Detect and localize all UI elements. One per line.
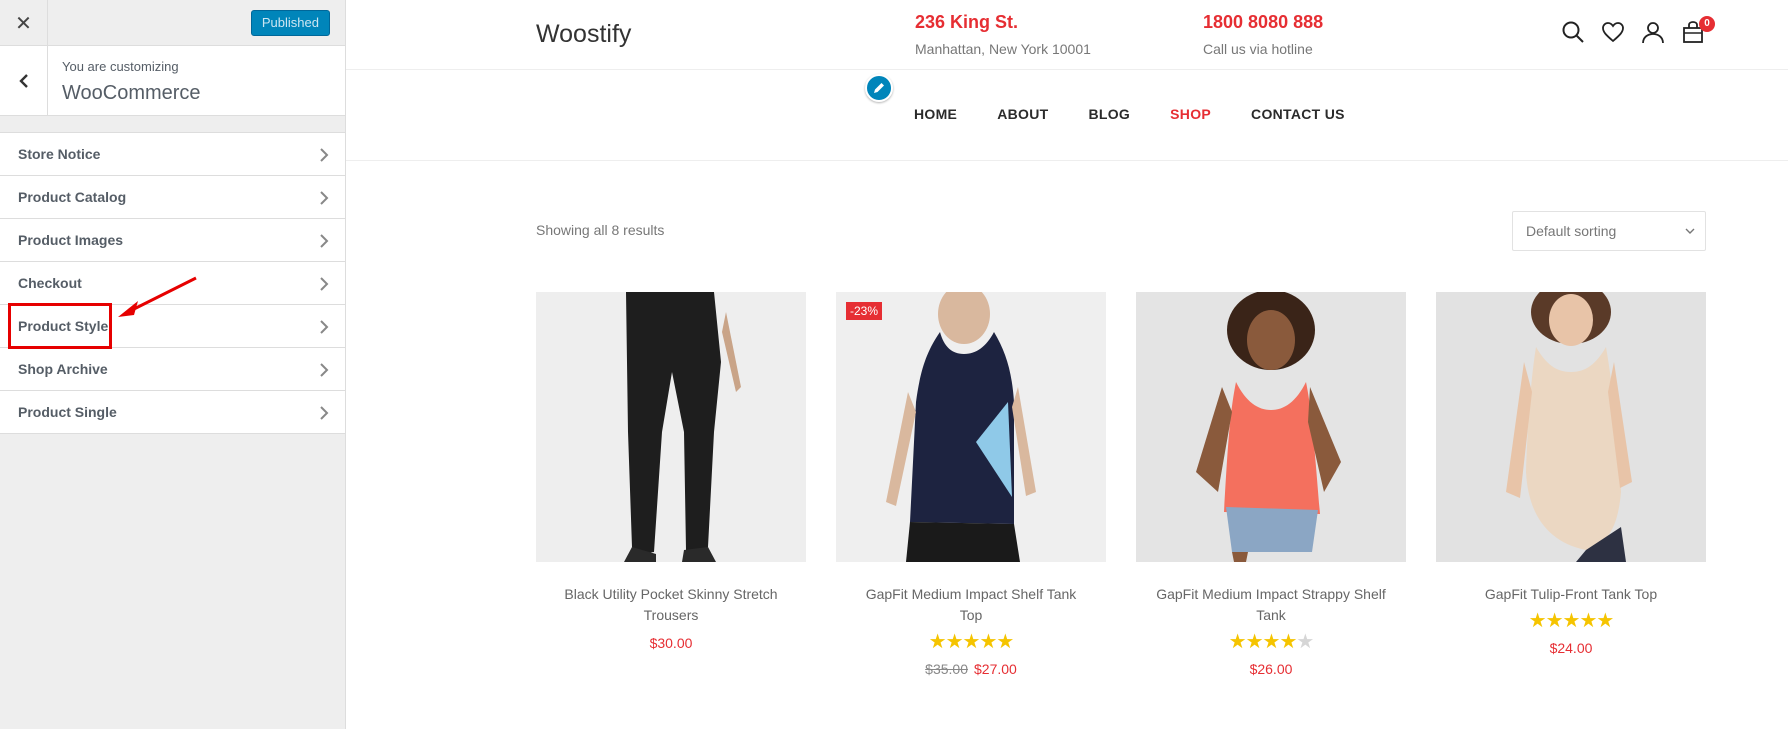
menu-item-product-images[interactable]: Product Images — [0, 219, 345, 262]
chevron-right-icon — [320, 148, 329, 162]
customizing-section-name: WooCommerce — [62, 82, 201, 104]
divider — [346, 160, 1788, 161]
star-rating: ★★★★★ — [1228, 631, 1315, 653]
menu-item-product-single[interactable]: Product Single — [0, 391, 345, 434]
current-price: $27.00 — [974, 661, 1017, 677]
pencil-icon — [874, 83, 884, 93]
nav-blog[interactable]: BLOG — [1088, 106, 1130, 122]
menu-item-label: Shop Archive — [18, 361, 108, 377]
product-image[interactable] — [1136, 292, 1406, 562]
cart-count-badge: 0 — [1699, 16, 1715, 32]
current-price: $24.00 — [1549, 640, 1593, 656]
current-price: $30.00 — [649, 635, 693, 651]
product-price: $26.00 — [1136, 661, 1406, 677]
product-grid: Black Utility Pocket Skinny Stretch Trou… — [536, 292, 1706, 677]
close-customizer-button[interactable]: ✕ — [0, 0, 48, 46]
back-button[interactable] — [0, 46, 48, 115]
menu-item-label: Product Images — [18, 232, 124, 248]
product-price: $35.00 $27.00 — [836, 661, 1106, 677]
wishlist-button[interactable] — [1601, 20, 1625, 46]
current-price: $26.00 — [1249, 661, 1293, 677]
chevron-right-icon — [320, 277, 329, 291]
menu-item-product-catalog[interactable]: Product Catalog — [0, 176, 345, 219]
chevron-right-icon — [320, 363, 329, 377]
chevron-right-icon — [320, 406, 329, 420]
product-image[interactable] — [1436, 292, 1706, 562]
nav-shop[interactable]: SHOP — [1170, 106, 1211, 122]
product-title[interactable]: GapFit Medium Impact Shelf Tank Top — [836, 584, 1106, 626]
star-rating: ★★★★★ — [928, 631, 1015, 653]
menu-item-label: Checkout — [18, 275, 82, 291]
address-block: 236 King St. Manhattan, New York 10001 — [915, 12, 1091, 57]
sale-badge: -23% — [846, 302, 883, 320]
menu-item-label: Product Catalog — [18, 189, 127, 205]
product-title[interactable]: GapFit Tulip-Front Tank Top — [1436, 584, 1706, 605]
product-price: $24.00 — [1436, 640, 1706, 656]
product-image[interactable]: -23% — [836, 292, 1106, 562]
sorting-value: Default sorting — [1526, 223, 1617, 239]
menu-item-label: Store Notice — [18, 146, 101, 162]
chevron-right-icon — [320, 191, 329, 205]
phone-title: 1800 8080 888 — [1203, 12, 1324, 32]
product-title[interactable]: Black Utility Pocket Skinny Stretch Trou… — [536, 584, 806, 626]
old-price: $35.00 — [925, 661, 968, 677]
product-card: GapFit Medium Impact Strappy Shelf Tank … — [1136, 292, 1406, 677]
product-card: -23% GapFit Medium Impact Shelf Tank Top… — [836, 292, 1106, 677]
menu-item-label: Product Single — [18, 404, 117, 420]
edit-shortcut-button[interactable] — [865, 74, 893, 102]
annotation-arrow-icon — [118, 276, 197, 317]
star-rating: ★★★★★ — [1528, 610, 1615, 632]
cart-button[interactable]: 0 — [1681, 16, 1715, 46]
main-navigation: HOME ABOUT BLOG SHOP CONTACT US — [914, 106, 1385, 122]
nav-about[interactable]: ABOUT — [997, 106, 1048, 122]
phone-block: 1800 8080 888 Call us via hotline — [1203, 12, 1323, 57]
customizer-sidebar: ✕ Published You are customizing WooComme… — [0, 0, 346, 729]
chevron-right-icon — [320, 320, 329, 334]
product-title[interactable]: GapFit Medium Impact Strappy Shelf Tank — [1136, 584, 1406, 626]
header-icons: 0 — [1561, 16, 1715, 46]
chevron-left-icon — [18, 73, 28, 88]
site-preview: Woostify 236 King St. Manhattan, New Yor… — [346, 0, 1788, 729]
customizing-label: You are customizing — [62, 59, 179, 74]
address-title: 236 King St. — [915, 12, 1019, 32]
account-button[interactable] — [1641, 20, 1665, 46]
close-icon: ✕ — [15, 12, 32, 35]
customizer-header: ✕ Published — [0, 0, 345, 46]
chevron-down-icon — [1685, 228, 1695, 234]
menu-item-shop-archive[interactable]: Shop Archive — [0, 348, 345, 391]
results-count: Showing all 8 results — [536, 222, 665, 238]
site-header: Woostify 236 King St. Manhattan, New Yor… — [346, 0, 1788, 70]
product-card: GapFit Tulip-Front Tank Top ★★★★★ $24.00 — [1436, 292, 1706, 677]
search-button[interactable] — [1561, 20, 1585, 46]
nav-home[interactable]: HOME — [914, 106, 957, 122]
chevron-right-icon — [320, 234, 329, 248]
customizer-section-title: You are customizing WooCommerce — [0, 46, 345, 116]
site-title[interactable]: Woostify — [536, 20, 631, 49]
address-sub: Manhattan, New York 10001 — [915, 41, 1091, 57]
search-icon — [1562, 21, 1584, 43]
publish-button[interactable]: Published — [250, 10, 330, 36]
heart-icon — [1602, 22, 1624, 43]
product-image[interactable] — [536, 292, 806, 562]
user-icon — [1642, 22, 1664, 44]
nav-contact-us[interactable]: CONTACT US — [1251, 106, 1345, 122]
phone-sub: Call us via hotline — [1203, 41, 1313, 57]
menu-item-store-notice[interactable]: Store Notice — [0, 133, 345, 176]
sorting-select[interactable]: Default sorting — [1512, 211, 1706, 251]
annotation-highlight-box — [8, 303, 112, 349]
product-price: $30.00 — [536, 635, 806, 651]
product-card: Black Utility Pocket Skinny Stretch Trou… — [536, 292, 806, 677]
